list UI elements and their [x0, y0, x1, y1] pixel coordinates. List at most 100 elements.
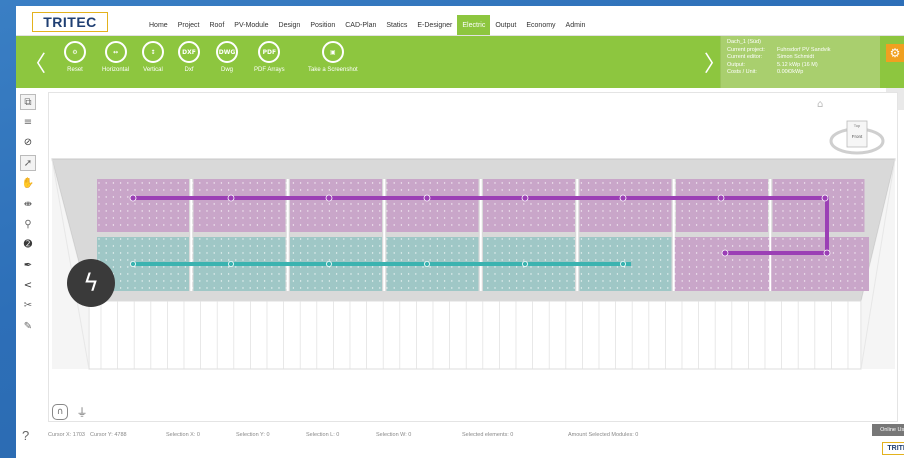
info-row: Current project: Fuhrsdorf PV Sandvik — [727, 47, 874, 55]
list-icon[interactable]: ≡ — [20, 115, 36, 131]
string-purple-node — [325, 194, 333, 202]
info-value: 5.12 kWp (16 M) — [777, 61, 818, 68]
help-icon[interactable]: ? — [22, 428, 29, 443]
tool-label: Vertical — [143, 67, 163, 73]
tritec-logo: TRITEC — [32, 12, 108, 32]
tool-take-a-screenshot-button[interactable]: ▣ Take a Screenshot — [308, 41, 358, 73]
menu-item-pv-module[interactable]: PV-Module — [229, 15, 273, 35]
hand-pan-icon[interactable]: ✋ — [20, 176, 36, 192]
info-row: Current editor: Simon Schmidt — [727, 54, 874, 62]
module-block-upper — [290, 179, 382, 232]
string-teal-node — [423, 260, 430, 267]
menu-item-economy[interactable]: Economy — [521, 15, 560, 35]
menu-item-electric[interactable]: Electric — [457, 15, 491, 35]
dxf-icon: DXF — [178, 41, 200, 63]
home-view-icon[interactable]: ⌂ — [817, 99, 823, 110]
cursor-x: Cursor X: 1703 — [48, 432, 85, 438]
connect-icon[interactable]: ✒ — [20, 257, 36, 273]
tritec-mini-logo: TRITEC — [882, 442, 904, 455]
zoom-icon[interactable]: ⚲ — [20, 216, 36, 232]
tool-vertical-button[interactable]: ↕ Vertical — [142, 41, 164, 73]
string-teal-node — [325, 260, 332, 267]
info-value: 0.00€/kWp — [777, 69, 804, 75]
top-menu-bar: TRITEC Home Project Roof PV-Module Design Pos… — [16, 6, 904, 36]
bottom-tools: ∩ ⏚ — [52, 404, 90, 420]
electric-toolbar: 〈 ⚙ Reset ↔ Horizontal ↕ Vertical DXF Dxf DWG Dwg… — [16, 36, 904, 88]
tool-reset-button[interactable]: ⚙ Reset — [64, 41, 86, 73]
string-teal-node — [130, 260, 137, 267]
no-snap-icon[interactable]: ⊘ — [20, 135, 36, 151]
view-cube-top[interactable]: Top — [847, 123, 867, 128]
tool-horizontal-button[interactable]: ↔ Horizontal — [102, 41, 129, 73]
menu-item-position[interactable]: Position — [305, 15, 340, 35]
settings-gear-icon[interactable]: ⚙ — [886, 44, 904, 62]
string-purple-node — [129, 194, 137, 202]
module-block-upper — [386, 179, 479, 232]
selection-w: Selection W: 0 — [376, 432, 412, 438]
string-order-icon[interactable]: ➋ — [20, 237, 36, 253]
string-purple-node — [521, 194, 529, 202]
menu-item-e-designer[interactable]: E-Designer — [412, 15, 457, 35]
main-menu: Home Project Roof PV-Module Design Position CA… — [144, 15, 590, 35]
menu-item-home[interactable]: Home — [144, 15, 173, 35]
lightning-icon[interactable]: ϟ — [67, 259, 115, 307]
string-teal-node — [620, 260, 627, 267]
reset-icon: ⚙ — [64, 41, 86, 63]
selected-elements: Selected elements: 0 — [462, 432, 514, 438]
info-key: Output: — [727, 61, 746, 68]
online-users-button[interactable]: Online Users — [872, 424, 904, 436]
vertical-icon: ↕ — [142, 41, 164, 63]
cursor-y: Cursor Y: 4788 — [90, 432, 127, 438]
status-bar: Cursor X: 1703 Cursor Y: 4788 Selection … — [48, 432, 868, 442]
tool-label: Dxf — [184, 67, 194, 73]
module-block-upper — [579, 179, 672, 232]
menu-item-output[interactable]: Output — [490, 15, 521, 35]
toolbar-prev-arrow[interactable]: 〈 — [24, 46, 46, 78]
dwg-icon: DWG — [216, 41, 238, 63]
inverter-icon[interactable]: ∩ — [52, 404, 68, 420]
menu-item-statics[interactable]: Statics — [381, 15, 412, 35]
design-canvas[interactable]: Top Front ⌂ ϟ — [48, 92, 898, 422]
roof-layout[interactable] — [49, 93, 899, 423]
menu-item-admin[interactable]: Admin — [561, 15, 591, 35]
string-purple-node — [821, 194, 829, 202]
tool-label: Horizontal — [102, 67, 130, 73]
app-frame: TRITEC Home Project Roof PV-Module Design Pos… — [16, 6, 904, 458]
info-key: Current editor: — [727, 54, 763, 60]
module-block-upper — [772, 179, 865, 232]
layers-icon[interactable]: ⧉ — [20, 94, 36, 111]
move-icon[interactable]: ⇼ — [20, 196, 36, 212]
tool-dxf-button[interactable]: DXF Dxf — [178, 41, 200, 73]
info-key: Current project: — [727, 46, 765, 53]
tool-dwg-button[interactable]: DWG Dwg — [216, 41, 238, 73]
menu-item-design[interactable]: Design — [274, 15, 306, 35]
screenshot-icon: ▣ — [321, 41, 344, 63]
view-cube-front[interactable]: Front — [847, 134, 867, 139]
menu-item-roof[interactable]: Roof — [204, 15, 229, 35]
module-block-upper — [97, 179, 189, 232]
menu-item-project[interactable]: Project — [173, 15, 205, 35]
string-purple-node — [717, 194, 725, 202]
eraser-icon[interactable]: ✎ — [20, 318, 36, 334]
module-block-upper — [193, 179, 286, 232]
menu-item-cad-plan[interactable]: CAD-Plan — [340, 15, 381, 35]
share-icon[interactable]: < — [20, 278, 36, 294]
info-row: Output: 5.12 kWp (16 M) — [727, 62, 874, 70]
cut-icon[interactable]: ✂ — [20, 298, 36, 314]
view-cube[interactable]: Top Front — [829, 113, 885, 157]
amount-selected-modules: Amount Selected Modules: 0 — [568, 432, 639, 438]
tool-label: PDF Arrays — [254, 67, 285, 73]
tool-pdf-arrays-button[interactable]: PDF PDF Arrays — [254, 41, 285, 73]
string-purple-node — [423, 194, 431, 202]
tool-label: Take a Screenshot — [308, 67, 358, 73]
pdf-icon: PDF — [258, 41, 281, 63]
ground-icon[interactable]: ⏚ — [74, 404, 90, 420]
roof-facade — [88, 300, 862, 370]
info-value: Simon Schmidt — [777, 54, 814, 60]
string-teal-node — [227, 260, 234, 267]
tool-label: Reset — [67, 67, 83, 73]
select-pointer-icon[interactable]: ➚ — [20, 155, 36, 172]
selection-l: Selection L: 0 — [306, 432, 340, 438]
string-purple-node — [823, 249, 831, 257]
string-purple-node — [227, 194, 235, 202]
